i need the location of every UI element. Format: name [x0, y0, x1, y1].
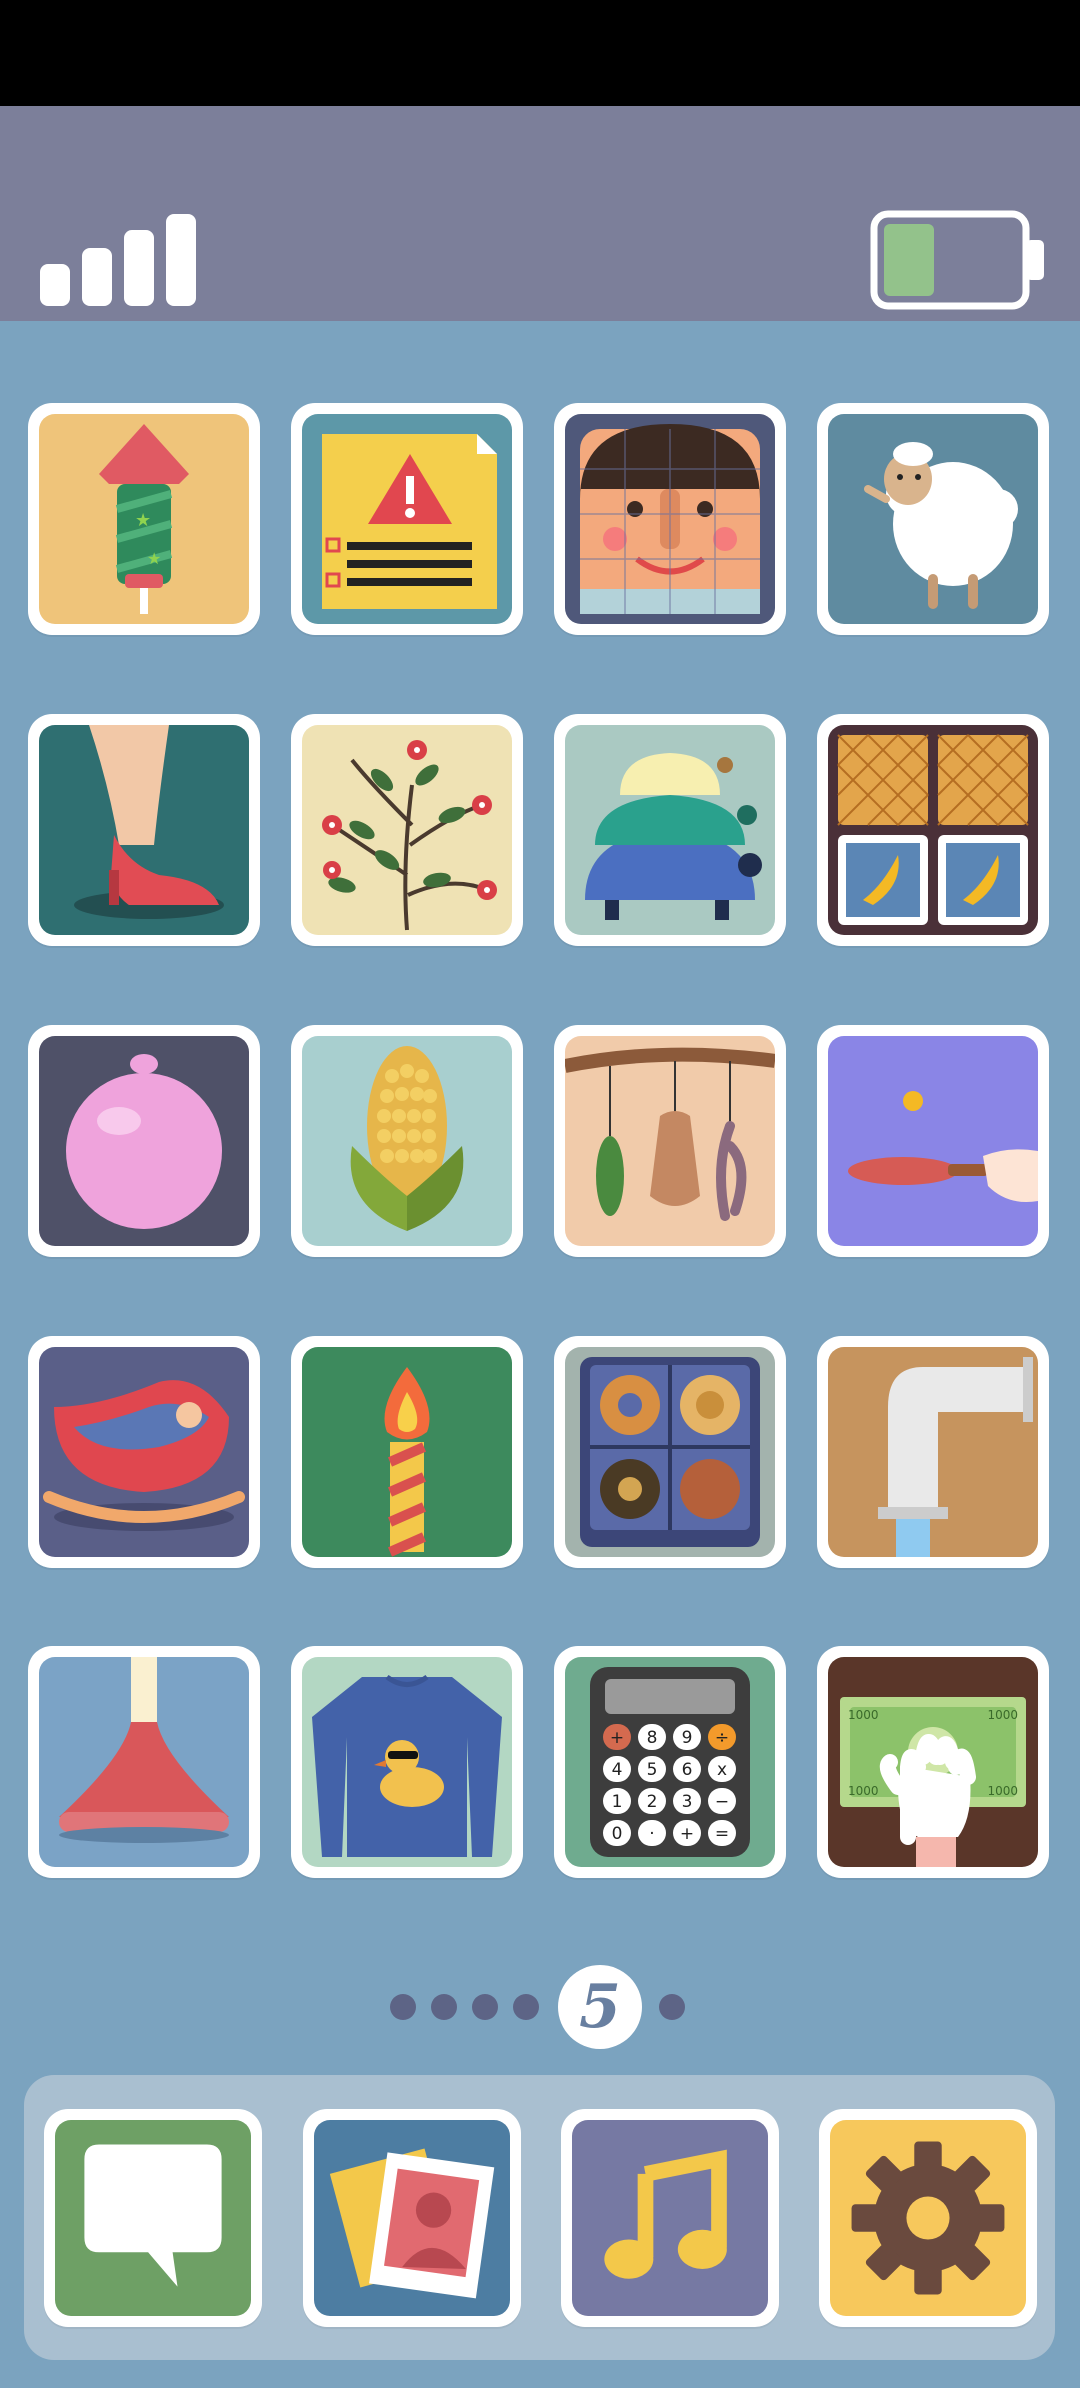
corn-icon — [350, 1046, 464, 1231]
money-counting-app[interactable]: 1000 1000 1000 1000 — [817, 1646, 1049, 1878]
calculator-key-label: 6 — [682, 1760, 693, 1780]
calculator-key-label: + — [680, 1824, 694, 1844]
banknote-value: 1000 — [848, 1708, 879, 1722]
calculator-key-label: 8 — [647, 1728, 658, 1748]
banknote-value: 1000 — [987, 1784, 1018, 1798]
high-heel-shoe-app[interactable] — [28, 714, 260, 946]
cradle-icon — [43, 1380, 245, 1531]
puzzle-face-icon — [580, 424, 760, 614]
svg-text:★: ★ — [147, 549, 161, 568]
candle-icon — [384, 1367, 430, 1557]
calculator-key-label: − — [715, 1792, 729, 1812]
flower-branch-icon — [322, 740, 497, 931]
money-counting-icon: 1000 1000 1000 1000 — [840, 1697, 1026, 1867]
balloon-icon — [66, 1054, 222, 1229]
calculator-key-label: 9 — [682, 1728, 693, 1748]
settings-app[interactable] — [819, 2109, 1037, 2327]
calculator-app[interactable]: +8 9 ÷ 4 5 6 x 1 2 3 − 0 · + = — [554, 1646, 786, 1878]
calculator-key-label: 3 — [682, 1792, 693, 1812]
chat-bubble-icon — [84, 2144, 222, 2287]
photos-icon — [329, 2148, 495, 2299]
music-app[interactable] — [561, 2109, 779, 2327]
svg-text:★: ★ — [135, 510, 151, 531]
calculator-key-label: = — [715, 1824, 729, 1844]
calculator-icon: +8 9 ÷ 4 5 6 x 1 2 3 − 0 · + = — [590, 1667, 750, 1857]
calculator-key-label: 1 — [612, 1792, 623, 1812]
calculator-key-label: + — [610, 1728, 624, 1748]
duck-sweater-app[interactable] — [291, 1646, 523, 1878]
music-note-icon — [604, 2149, 727, 2279]
calculator-key-label: 5 — [647, 1760, 658, 1780]
calculator-key-label: 0 — [612, 1824, 623, 1844]
faucet-icon — [878, 1357, 1033, 1557]
page-dot-3[interactable] — [472, 1994, 498, 2020]
battery-icon — [870, 210, 1044, 310]
cookie-box-app[interactable] — [554, 1336, 786, 1568]
corn-app[interactable] — [291, 1025, 523, 1257]
sheep-app[interactable] — [817, 403, 1049, 635]
top-black-bar — [0, 0, 1080, 106]
page-dot-4[interactable] — [513, 1994, 539, 2020]
current-page-badge: 5 — [558, 1965, 642, 2049]
flower-branch-app[interactable] — [291, 714, 523, 946]
calculator-key-label: 2 — [647, 1792, 658, 1812]
signal-strength-icon — [40, 214, 196, 306]
sheep-icon — [864, 442, 1018, 609]
ping-pong-icon — [848, 1091, 1038, 1202]
warning-document-icon — [322, 434, 497, 609]
banknote-value: 1000 — [848, 1784, 879, 1798]
stacked-turtles-icon — [585, 753, 762, 920]
balloon-app[interactable] — [28, 1025, 260, 1257]
page-dot-2[interactable] — [431, 1994, 457, 2020]
ping-pong-app[interactable] — [817, 1025, 1049, 1257]
banknote-value: 1000 — [987, 1708, 1018, 1722]
hanging-shells-app[interactable] — [554, 1025, 786, 1257]
calculator-key-label: · — [649, 1824, 654, 1844]
photos-app[interactable] — [303, 2109, 521, 2327]
dock — [24, 2075, 1055, 2360]
calculator-key-label: x — [717, 1760, 727, 1780]
candle-app[interactable] — [291, 1336, 523, 1568]
messages-app[interactable] — [44, 2109, 262, 2327]
plunger-app[interactable] — [28, 1646, 260, 1878]
page-dot-6[interactable] — [659, 1994, 685, 2020]
calculator-key-label: ÷ — [715, 1728, 729, 1748]
plunger-icon — [59, 1657, 229, 1843]
gear-icon — [851, 2141, 1005, 2295]
faucet-app[interactable] — [817, 1336, 1049, 1568]
firework-rocket-icon: ★ ★ — [99, 424, 189, 614]
high-heel-shoe-icon — [74, 725, 224, 919]
warning-document-app[interactable] — [291, 403, 523, 635]
slot-machine-app[interactable] — [817, 714, 1049, 946]
hanging-shells-icon — [565, 1047, 775, 1221]
cookie-box-icon — [580, 1357, 760, 1547]
page-indicator: 5 — [0, 1962, 1080, 2052]
firework-rocket-app[interactable]: ★ ★ — [28, 403, 260, 635]
duck-sweater-icon — [312, 1674, 502, 1857]
cradle-app[interactable] — [28, 1336, 260, 1568]
calculator-key-label: 4 — [612, 1760, 623, 1780]
slot-machine-icon — [837, 734, 1029, 925]
page-dot-1[interactable] — [390, 1994, 416, 2020]
puzzle-face-app[interactable] — [554, 403, 786, 635]
stacked-turtles-app[interactable] — [554, 714, 786, 946]
